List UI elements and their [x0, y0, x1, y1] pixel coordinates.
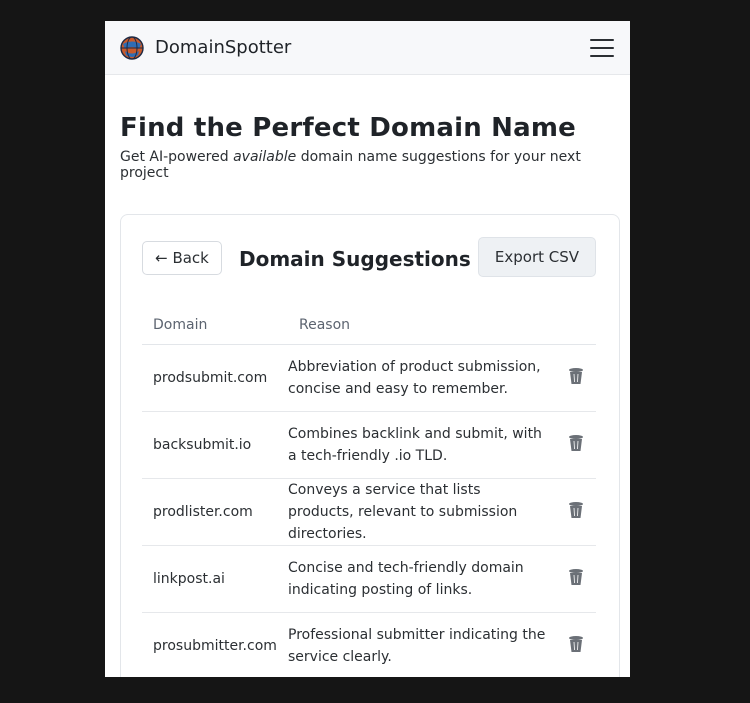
subtitle-emphasis: available	[233, 149, 297, 165]
globe-icon	[120, 35, 144, 60]
brand[interactable]: DomainSpotter	[119, 35, 291, 61]
trash-icon[interactable]	[568, 635, 584, 653]
table-row: linkpost.ai Concise and tech-friendly do…	[142, 545, 596, 613]
reason-cell: Combines backlink and submit, with a tec…	[288, 411, 556, 479]
delete-cell	[556, 411, 596, 479]
table-row: backsubmit.io Combines backlink and subm…	[142, 411, 596, 479]
domain-cell: linkpost.ai	[142, 545, 288, 613]
delete-cell	[556, 612, 596, 677]
hero-section: Find the Perfect Domain Name Get AI-powe…	[105, 113, 630, 181]
delete-cell	[556, 478, 596, 546]
reason-cell: Professional submitter indicating the se…	[288, 612, 556, 677]
table-row: prodlister.com Conveys a service that li…	[142, 478, 596, 546]
app-window: DomainSpotter Find the Perfect Domain Na…	[105, 21, 630, 677]
trash-icon[interactable]	[568, 501, 584, 519]
navbar: DomainSpotter	[105, 21, 630, 75]
reason-cell: Abbreviation of product submission, conc…	[288, 344, 556, 412]
column-header-actions	[556, 306, 596, 345]
table-row: prodsubmit.com Abbreviation of product s…	[142, 344, 596, 412]
reason-cell: Concise and tech-friendly domain indicat…	[288, 545, 556, 613]
page-title: Find the Perfect Domain Name	[120, 113, 577, 143]
domain-cell: backsubmit.io	[142, 411, 288, 479]
domain-cell: prodlister.com	[142, 478, 288, 546]
column-header-domain: Domain	[142, 306, 288, 345]
delete-cell	[556, 545, 596, 613]
domain-cell: prodsubmit.com	[142, 344, 288, 412]
reason-cell: Conveys a service that lists products, r…	[288, 478, 556, 546]
trash-icon[interactable]	[568, 568, 584, 586]
hamburger-menu-icon[interactable]	[590, 38, 614, 57]
domain-cell: prosubmitter.com	[142, 612, 288, 677]
trash-icon[interactable]	[568, 434, 584, 452]
suggestions-table: Domain Reason prodsubmit.com Abbreviatio…	[142, 306, 596, 677]
brand-name: DomainSpotter	[155, 37, 292, 58]
column-header-reason: Reason	[288, 306, 556, 345]
trash-icon[interactable]	[568, 367, 584, 385]
back-button[interactable]: ← Back	[142, 241, 222, 275]
delete-cell	[556, 344, 596, 412]
export-csv-button[interactable]: Export CSV	[478, 237, 596, 277]
card-header: ← Back Domain Suggestions Export CSV	[121, 215, 619, 295]
table-row: prosubmitter.com Professional submitter …	[142, 612, 596, 677]
card-title: Domain Suggestions	[239, 247, 471, 271]
page-subtitle: Get AI-powered available domain name sug…	[120, 149, 615, 181]
subtitle-text-start: Get AI-powered	[120, 149, 234, 165]
suggestions-card: ← Back Domain Suggestions Export CSV Dom…	[120, 214, 620, 677]
